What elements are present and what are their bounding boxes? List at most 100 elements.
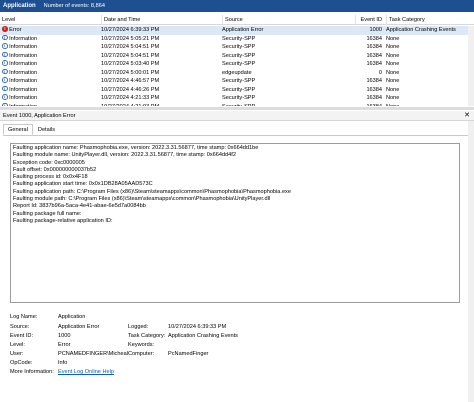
level-label: Level: <box>10 342 25 348</box>
event-source-cell: Security-SPP <box>222 44 256 50</box>
event-row[interactable]: ! Error 10/27/2024 6:39:33 PM Application E… <box>0 26 474 35</box>
event-date-cell: 10/27/2024 4:21:33 PM <box>101 95 160 101</box>
user-label: User: <box>10 351 24 357</box>
event-level-cell: iInformation <box>2 68 101 78</box>
tab-general[interactable]: General <box>3 124 33 135</box>
pane-splitter[interactable] <box>0 107 474 110</box>
events-list: ! Error 10/27/2024 6:39:33 PM Application E… <box>0 26 474 106</box>
event-level-text: Information <box>9 104 37 107</box>
event-source-cell: Security-SPP <box>222 78 256 84</box>
event-properties: Log Name: Application Source: Applicatio… <box>10 312 460 382</box>
event-row[interactable]: i Information 10/27/2024 4:21:33 PM Securit… <box>0 94 474 103</box>
column-header-date[interactable]: Date and Time <box>101 15 222 25</box>
event-level-cell: iInformation <box>2 77 101 86</box>
level-value: Error <box>58 342 71 348</box>
event-row[interactable]: i Information 10/27/2024 5:00:01 PM edgeupd… <box>0 68 474 78</box>
event-id-label: Event ID: <box>10 333 34 339</box>
event-source-cell: Application Error <box>222 27 264 33</box>
event-id-cell: 1000 <box>369 27 382 33</box>
description-line: Faulting application name: Phasmophobia.… <box>13 145 259 151</box>
event-row[interactable]: i Information 10/27/2024 4:46:26 PM Securit… <box>0 85 474 95</box>
event-detail-title: Event 1000, Application Error <box>3 113 76 119</box>
description-line: Faulting process id: 0x0x4F18 <box>13 174 88 181</box>
info-icon: i <box>2 43 8 49</box>
event-source-cell: Security-SPP <box>222 61 256 67</box>
source-label: Source: <box>10 324 30 330</box>
description-line: Faulting package-relative application ID… <box>13 217 113 224</box>
info-icon: i <box>2 102 8 106</box>
log-name-value: Application <box>58 314 86 320</box>
info-icon: i <box>2 51 8 58</box>
event-task-cell: None <box>386 95 400 101</box>
user-value: PCNAMEDFINGER\Micheal <box>58 351 128 357</box>
events-scrollbar[interactable] <box>468 26 474 106</box>
event-task-cell: None <box>386 78 400 84</box>
event-source-cell: Security-SPP <box>222 103 355 107</box>
tab-divider <box>3 134 470 136</box>
event-date-cell: 10/27/2024 4:46:26 PM <box>101 86 160 93</box>
event-id-value: 1000 <box>58 333 71 339</box>
column-header-event-id[interactable]: Event ID <box>355 15 384 25</box>
detail-scrollbar[interactable] <box>468 121 474 402</box>
event-task-cell: None <box>386 69 400 76</box>
event-id-cell: 16384 <box>366 44 382 50</box>
description-line: Faulting module path: C:\Program Files (… <box>13 196 271 203</box>
event-date-cell: 10/27/2024 5:04:51 PM <box>101 44 160 50</box>
computer-label: Computer: <box>128 351 155 357</box>
logged-value: 10/27/2024 6:39:33 PM <box>168 324 227 330</box>
event-row[interactable]: i Information 10/27/2024 5:04:51 PM Securit… <box>0 51 474 61</box>
event-level-text: Information <box>9 35 38 42</box>
event-level-cell: iInformation <box>2 102 101 107</box>
event-id-cell: 16384 <box>366 52 382 59</box>
event-id-cell: 16384 <box>366 95 382 101</box>
event-row[interactable]: i Information 10/27/2024 5:03:40 PM Securit… <box>0 60 474 69</box>
event-task-cell: None <box>386 61 400 67</box>
event-row[interactable]: i Information 10/27/2024 4:46:57 PM Securit… <box>0 77 474 86</box>
description-line: Exception code: 0xc0000005 <box>13 159 85 166</box>
event-row[interactable]: iInformation10/27/2024 4:21:03 PMSecurit… <box>0 102 474 107</box>
event-level-cell: iInformation <box>2 85 101 95</box>
event-description-box[interactable]: Faulting application name: Phasmophobia.… <box>10 143 460 303</box>
opcode-label: OpCode: <box>10 360 33 366</box>
event-level-cell: iInformation <box>2 60 101 69</box>
event-date-cell: 10/27/2024 5:03:40 PM <box>101 61 160 67</box>
event-id-cell: 0 <box>378 69 382 76</box>
more-information-label: More Information: <box>10 369 54 375</box>
event-date-cell: 10/27/2024 4:46:57 PM <box>101 78 160 84</box>
log-header-bar: Application Number of events: 8,864 <box>0 0 474 12</box>
column-header-level[interactable]: Level <box>2 15 101 25</box>
event-id-cell: 16384 <box>366 35 382 42</box>
event-level-text: Error <box>9 27 22 33</box>
info-icon: i <box>2 77 8 83</box>
info-icon: i <box>2 34 8 41</box>
description-line: Report Id: 3837b96a-5aca-4e41-abae-6e5d7… <box>13 203 146 210</box>
event-count: Number of events: 8,864 <box>43 3 105 9</box>
event-source-cell: Security-SPP <box>222 86 256 93</box>
detail-tabs: General Details <box>3 124 60 135</box>
tab-details[interactable]: Details <box>33 124 60 135</box>
event-level-text: Information <box>9 78 38 84</box>
event-source-cell: Security-SPP <box>222 35 256 42</box>
event-task-cell: None <box>386 44 400 50</box>
event-date-cell: 10/27/2024 5:05:21 PM <box>101 35 160 42</box>
event-level-cell: iInformation <box>2 43 101 52</box>
log-title: Application <box>3 3 36 9</box>
event-level-text: Information <box>9 86 38 93</box>
event-task-cell: None <box>386 103 474 107</box>
description-line: Faulting application start time: 0x0x1DB… <box>13 181 153 188</box>
event-row[interactable]: i Information 10/27/2024 5:04:51 PM Securit… <box>0 43 474 52</box>
close-icon[interactable]: ✕ <box>464 111 470 121</box>
source-value: Application Error <box>58 324 100 330</box>
event-id-cell: 16384 <box>355 103 384 107</box>
event-date-cell: 10/27/2024 6:39:33 PM <box>101 27 160 33</box>
event-id-cell: 16384 <box>366 61 382 67</box>
event-id-cell: 16384 <box>366 78 382 84</box>
event-log-online-help-link[interactable]: Event Log Online Help <box>58 369 114 376</box>
event-row[interactable]: i Information 10/27/2024 5:05:21 PM Securit… <box>0 34 474 44</box>
event-detail-header: Event 1000, Application Error ✕ <box>0 111 474 121</box>
event-level-cell: iInformation <box>2 51 101 61</box>
column-header-source[interactable]: Source <box>222 15 355 25</box>
event-task-cell: Application Crashing Events <box>386 27 456 33</box>
description-line: Fault offset: 0x000000000037b52 <box>13 166 97 173</box>
column-header-task-category[interactable]: Task Category <box>386 15 474 25</box>
